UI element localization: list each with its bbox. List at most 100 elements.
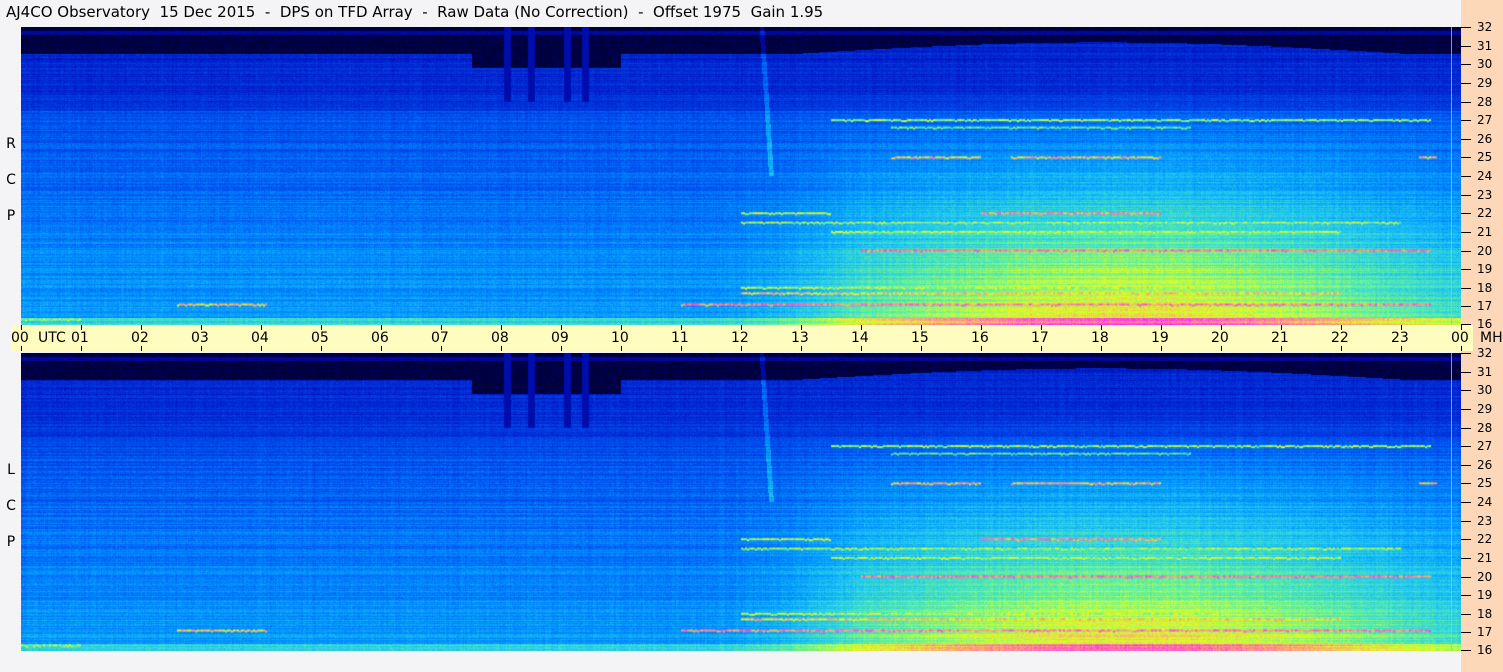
y-tick-label: 16 [1477,317,1493,331]
y-tick [1461,595,1471,597]
x-tick-label: 18 [1091,330,1109,346]
x-tick [1281,346,1282,351]
y-tick [1461,324,1471,325]
x-tick [441,346,442,351]
marker-line [1451,27,1452,325]
x-tick-label: 04 [251,330,269,346]
y-tick-label: 20 [1477,243,1493,258]
y-tick-label: 23 [1477,187,1493,202]
y-tick [1461,82,1471,84]
y-tick [1461,613,1471,615]
y-tick-label: 18 [1477,280,1493,295]
y-tick-label: 25 [1477,150,1493,165]
y-tick [1461,576,1471,578]
y-tick [1461,213,1471,215]
x-tick [21,346,22,351]
y-tick [1461,231,1471,233]
x-tick-label: 07 [431,330,449,346]
y-tick [1461,269,1471,271]
y-tick [1461,101,1471,103]
y-tick [1461,120,1471,122]
y-tick-label: 19 [1477,588,1493,603]
y-tick [1461,194,1471,196]
y-tick [1461,287,1471,289]
y-tick-label: 27 [1477,439,1493,454]
y-tick-label: 17 [1477,625,1493,640]
y-tick [1461,371,1471,373]
y-tick-label: 25 [1477,476,1493,491]
marker-line [1451,353,1452,651]
y-tick-label: 26 [1477,131,1493,146]
x-tick-label: 05 [311,330,329,346]
x-tick [1041,346,1042,351]
x-tick-label: 22 [1331,330,1349,346]
x-tick [201,346,202,351]
y-tick-label: 22 [1477,532,1493,547]
y-tick [1461,650,1471,651]
x-tick-label: 00 [1451,330,1469,346]
y-tick-label: 29 [1477,75,1493,90]
x-tick-label: 23 [1391,330,1409,346]
x-tick-label: 19 [1151,330,1169,346]
x-tick-label: 06 [371,330,389,346]
lcp-label: L C P [4,452,18,560]
y-tick [1461,464,1471,466]
y-tick-label: 31 [1477,38,1493,53]
panel-label-letter: C [6,498,16,514]
y-tick-label: 17 [1477,299,1493,314]
x-tick [261,346,262,351]
x-tick-label: 15 [911,330,929,346]
x-tick [1161,346,1162,351]
lcp-spectrogram-canvas [21,353,1461,651]
y-axis-unit-label: MHz [1480,330,1503,346]
x-tick-label: 03 [191,330,209,346]
x-tick [321,346,322,351]
y-tick-label: 32 [1477,20,1493,34]
y-tick [1461,176,1471,177]
y-tick [1461,64,1471,66]
y-tick [1461,157,1471,159]
y-tick [1461,306,1471,308]
y-tick [1461,353,1471,354]
x-tick-label: 21 [1271,330,1289,346]
x-tick-label: 00 [11,330,29,346]
y-tick [1461,557,1471,559]
y-tick [1461,539,1471,541]
y-tick-label: 30 [1477,383,1493,398]
x-tick [801,346,802,351]
y-tick-label: 29 [1477,401,1493,416]
y-tick-label: 18 [1477,606,1493,621]
rcp-spectrogram [21,27,1461,325]
x-tick-label: 10 [611,330,629,346]
y-tick [1461,138,1471,140]
x-tick-label: 12 [731,330,749,346]
rcp-label: R C P [4,126,18,234]
x-tick-label: 17 [1031,330,1049,346]
x-tick [81,346,82,351]
x-tick [141,346,142,351]
y-tick [1461,427,1471,429]
y-tick [1461,250,1471,252]
x-tick [1101,346,1102,351]
y-tick [1461,45,1471,47]
y-tick [1461,408,1471,410]
y-tick-label: 22 [1477,206,1493,221]
x-tick [1221,346,1222,351]
panel-label-letter: P [6,208,16,224]
x-tick [861,346,862,351]
x-tick-label: 01 [71,330,89,346]
y-tick-label: 26 [1477,457,1493,472]
y-tick-label: 21 [1477,550,1493,565]
y-tick [1461,446,1471,448]
y-tick-label: 20 [1477,569,1493,584]
x-tick-label: 13 [791,330,809,346]
x-tick [921,346,922,351]
y-tick-label: 16 [1477,643,1493,657]
x-tick [681,346,682,351]
rcp-spectrogram-canvas [21,27,1461,325]
x-tick-label: 11 [671,330,689,346]
y-tick [1461,390,1471,392]
x-tick-label: 09 [551,330,569,346]
y-tick [1461,483,1471,485]
x-tick-label: 08 [491,330,509,346]
